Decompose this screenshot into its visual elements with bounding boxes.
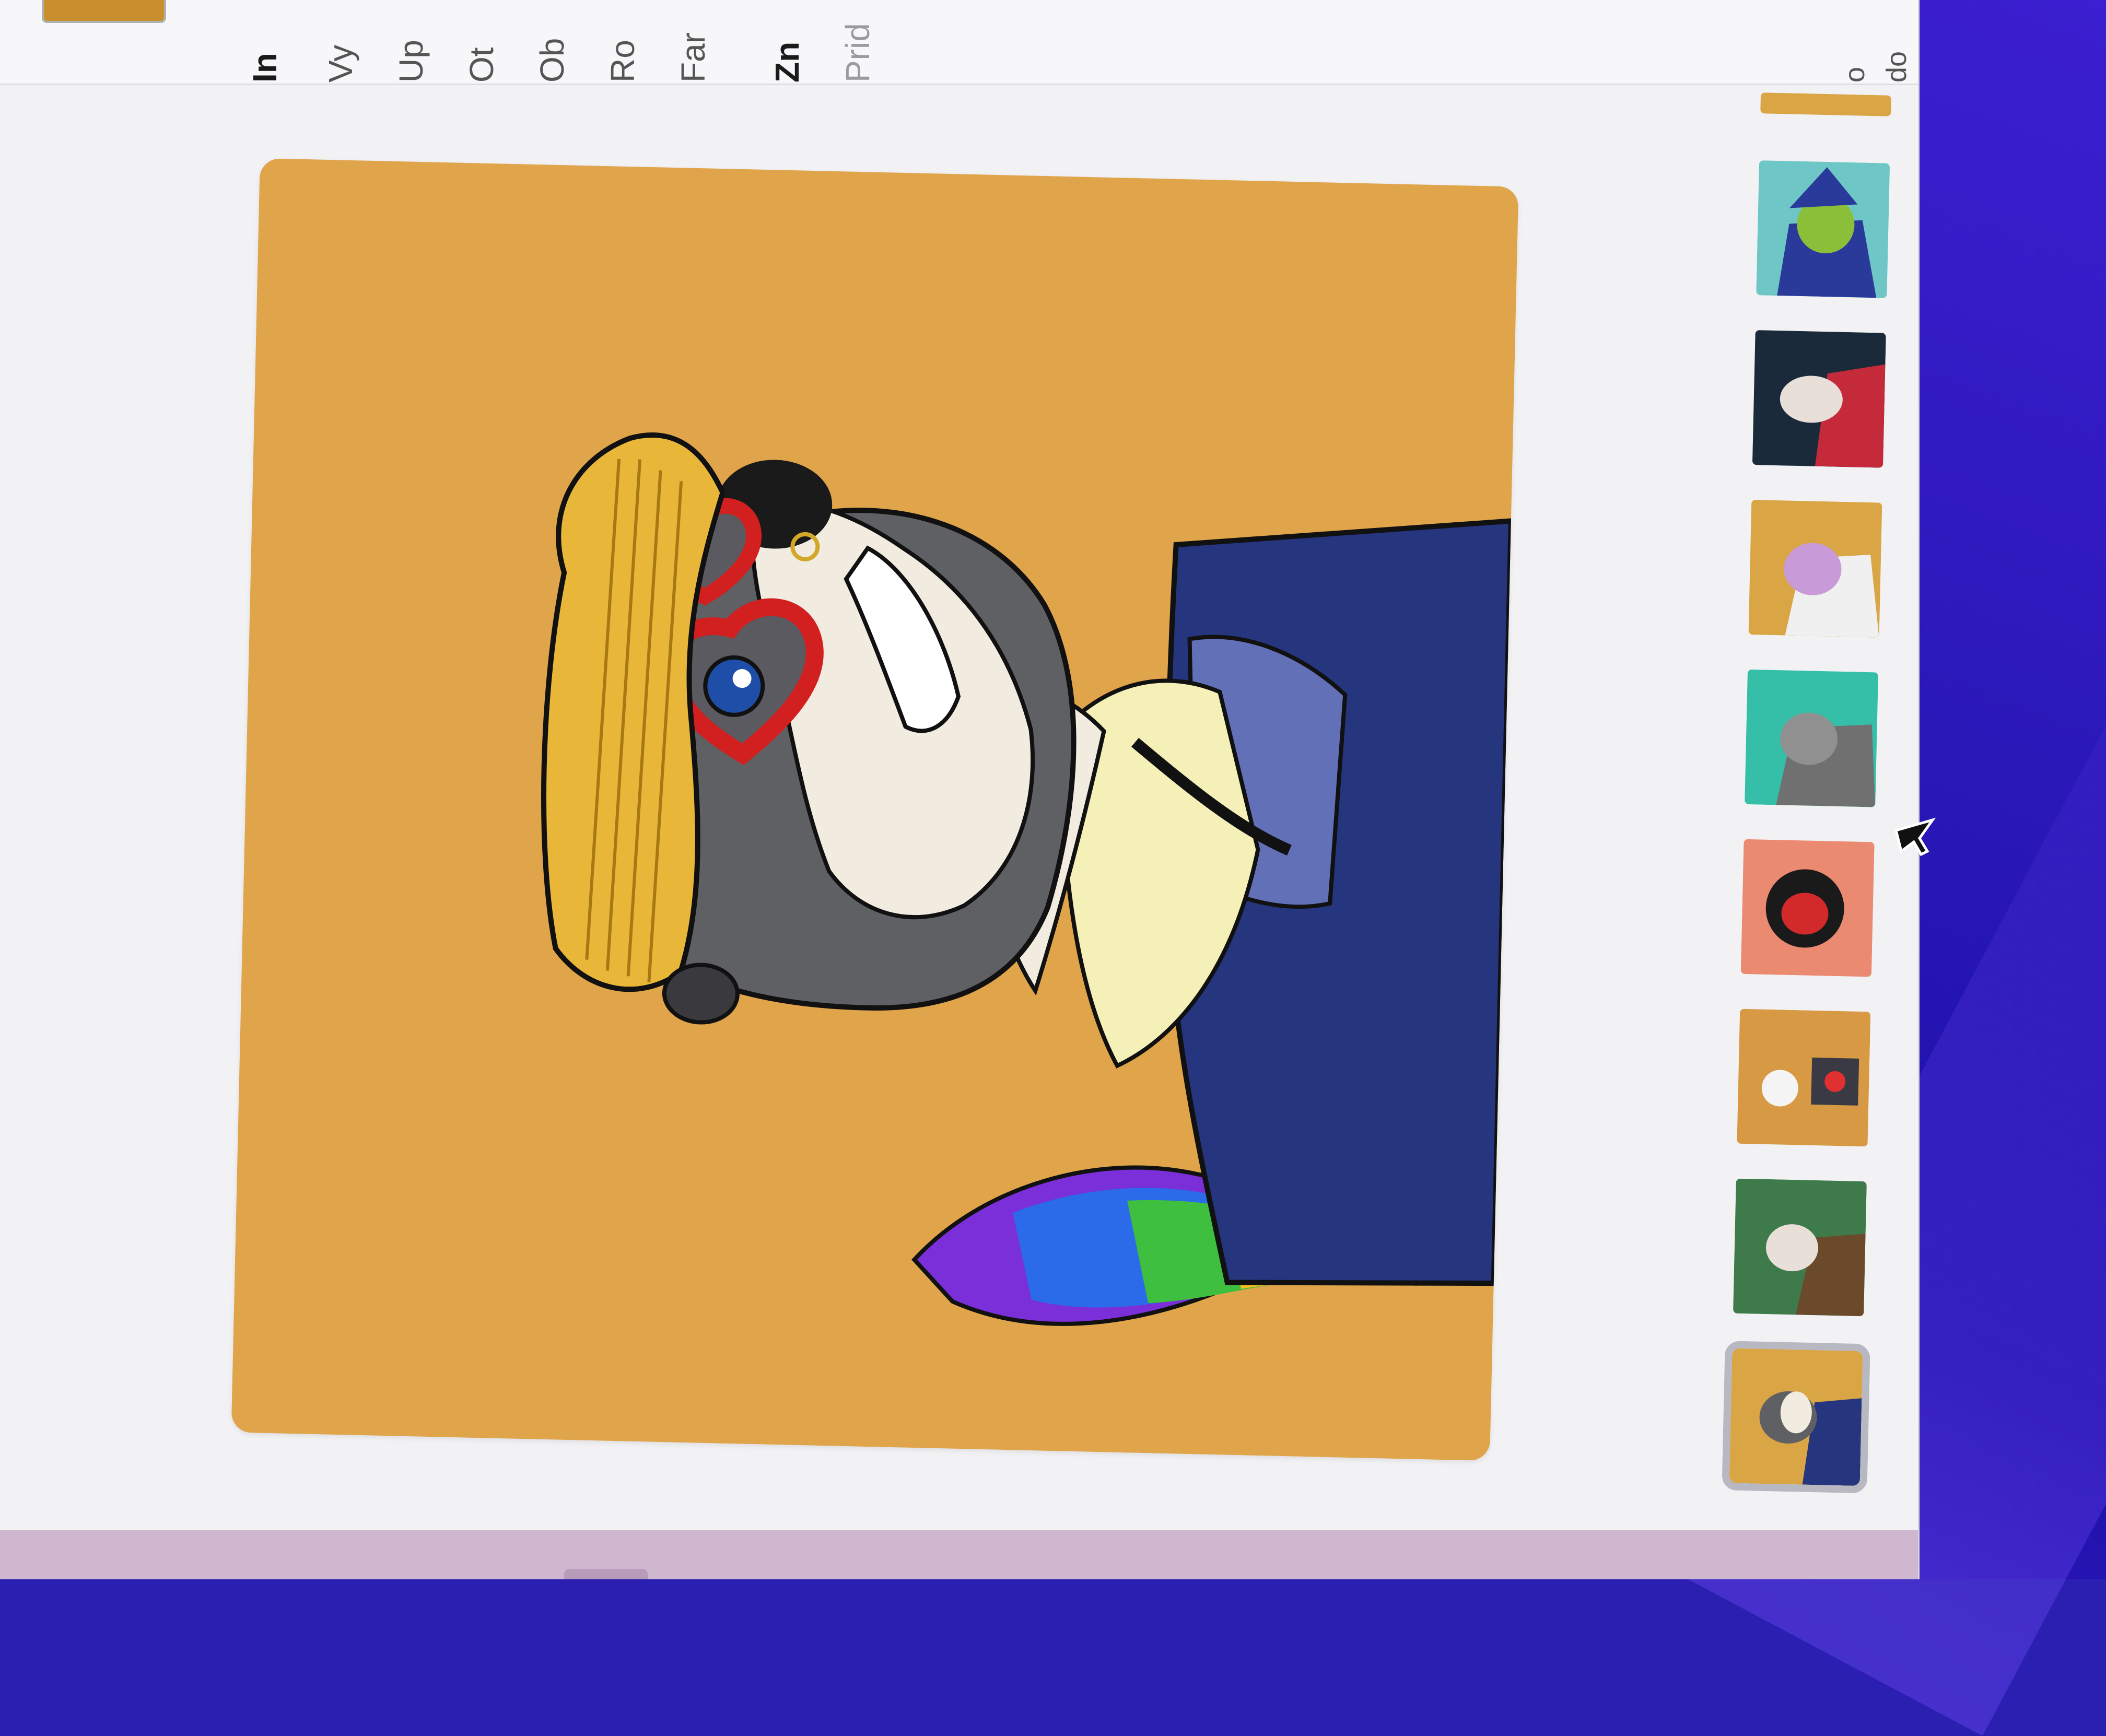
badger-illustration <box>541 432 1514 1326</box>
info-panel: In Vy Up Ot Ob Ro Far Zn Prid o do <box>0 0 1918 85</box>
nft-artwork-image[interactable] <box>231 158 1519 1461</box>
thumb-red-face[interactable] <box>1740 839 1875 977</box>
info-row: Far <box>674 32 712 83</box>
browser-window: In Vy Up Ot Ob Ro Far Zn Prid o do <box>0 0 1920 1579</box>
bottom-tab[interactable] <box>564 1569 648 1579</box>
thumb-robot-sunset[interactable] <box>1737 1008 1871 1147</box>
side-text: o <box>1839 66 1870 83</box>
section-text[interactable]: Prid <box>838 4 877 83</box>
ear <box>662 963 740 1025</box>
eye <box>703 655 765 717</box>
info-row: Ob <box>533 38 571 83</box>
thumb-wizard[interactable] <box>1756 160 1890 298</box>
thumb-dark-red[interactable] <box>1752 330 1886 468</box>
thumb-unicorn-cat[interactable] <box>1748 499 1882 638</box>
info-row: Up <box>392 40 430 83</box>
thumb-green[interactable] <box>1733 1178 1867 1317</box>
thumbnail-strip <box>1722 92 1906 1516</box>
side-text: do <box>1881 51 1912 83</box>
section-heading: Zn <box>768 41 806 83</box>
thumb-partial[interactable] <box>1760 92 1892 116</box>
mouse-cursor-icon <box>1894 817 1936 857</box>
thumb-cat-teal[interactable] <box>1745 669 1878 807</box>
info-heading: In <box>246 53 284 83</box>
thumb-badger-selected[interactable] <box>1722 1341 1870 1494</box>
info-row: Ro <box>604 40 641 83</box>
bottom-strip <box>0 1530 1918 1579</box>
top-thumbnail-edge[interactable] <box>42 0 166 23</box>
info-row: Ot <box>463 47 500 83</box>
info-row: Vy <box>322 44 359 83</box>
